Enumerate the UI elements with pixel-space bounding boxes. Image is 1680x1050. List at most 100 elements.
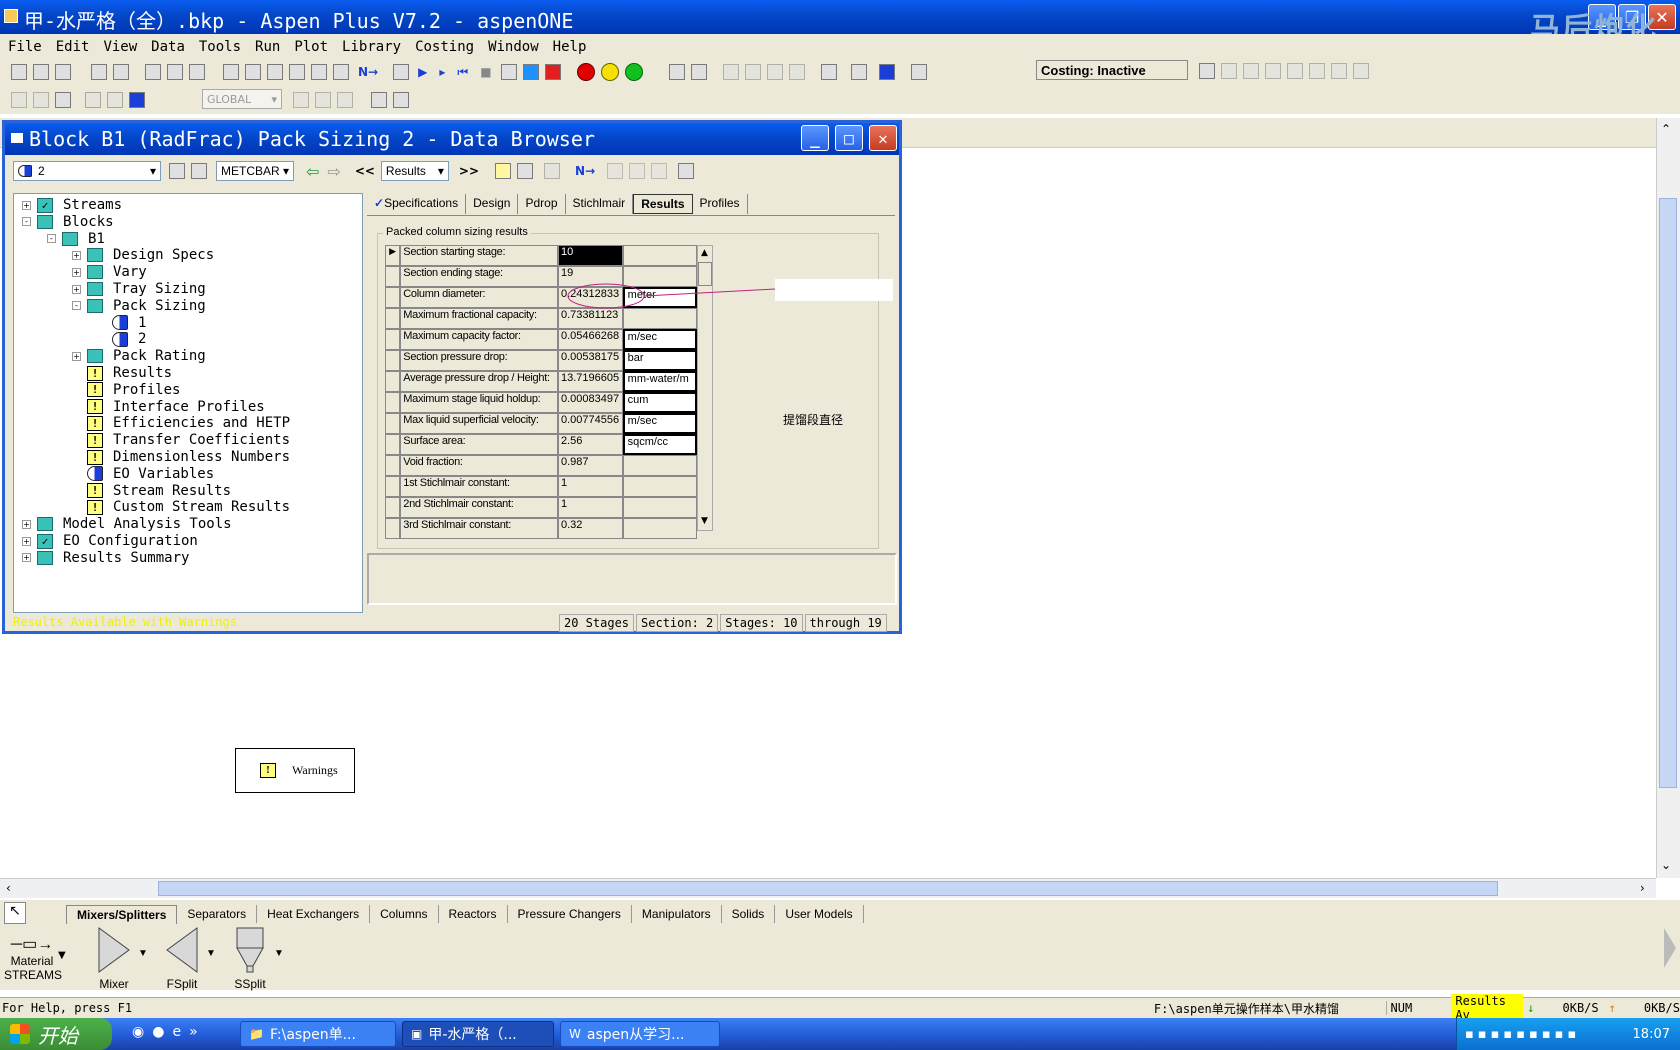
global-select[interactable]: GLOBAL ▾ [202, 89, 282, 109]
print-icon[interactable] [91, 64, 107, 80]
browser-icon[interactable]: ◉ [132, 1024, 144, 1040]
menu-window[interactable]: Window [488, 39, 539, 55]
next-icon[interactable]: N→ [358, 65, 378, 79]
scroll-down-icon[interactable]: ⌄ [1661, 858, 1671, 872]
ipe-icon[interactable] [878, 64, 895, 80]
select-mode-icon[interactable]: ↖ [4, 902, 26, 924]
palette-tab-heat-exchangers[interactable]: Heat Exchangers [257, 905, 371, 923]
warnings-box[interactable]: ! Warnings [235, 748, 355, 793]
next-input-icon[interactable]: N→ [575, 164, 595, 178]
model-mixer[interactable]: ▼ Mixer [80, 926, 148, 991]
menu-library[interactable]: Library [342, 39, 401, 55]
overflow-chevron-icon[interactable]: » [189, 1024, 198, 1040]
material-dropdown-icon[interactable]: ▼ [58, 950, 66, 961]
eo-a-icon[interactable] [11, 92, 27, 108]
units-select[interactable]: METCBAR ▾ [216, 161, 294, 181]
tree-item-transfer-coefficients[interactable]: ! Transfer Coefficients [72, 431, 290, 449]
tree-expander-icon[interactable]: + [22, 553, 31, 563]
aspen-icon[interactable] [850, 64, 867, 80]
tree-expander-icon[interactable]: + [22, 200, 31, 210]
task-explorer[interactable]: 📁 F:\aspen单... [240, 1021, 396, 1047]
cost-c-icon[interactable] [1265, 63, 1281, 79]
cost-e-icon[interactable] [1309, 63, 1325, 79]
tree-item-model-analysis-tools[interactable]: + Model Analysis Tools [22, 515, 232, 533]
task-word[interactable]: Waspen从学习... [560, 1021, 720, 1047]
firefox-icon[interactable]: ● [152, 1024, 164, 1040]
plot-wizard-icon[interactable] [690, 64, 707, 80]
scroll-up-icon[interactable]: ⌃ [1661, 122, 1671, 136]
tree-item-streams[interactable]: + ✓ Streams [22, 196, 122, 214]
eo-e-icon[interactable] [107, 92, 123, 108]
tree-expander-icon[interactable]: + [72, 284, 81, 294]
arrow-cross-icon[interactable] [788, 64, 805, 80]
tree-expander-icon[interactable]: + [22, 536, 31, 546]
delete-icon[interactable] [651, 163, 668, 179]
copy-form-icon[interactable] [607, 163, 624, 179]
menu-costing[interactable]: Costing [415, 39, 474, 55]
next-button[interactable]: >> [459, 164, 479, 178]
new-icon[interactable] [11, 64, 27, 80]
id-select[interactable]: 2 ▾ [13, 161, 161, 181]
flowsheet-icon[interactable] [245, 64, 261, 80]
eo-b-icon[interactable] [33, 92, 49, 108]
arrow-right-icon[interactable] [722, 64, 739, 80]
model-ssplit[interactable]: ▼ SSplit [216, 926, 284, 991]
palette-tab-reactors[interactable]: Reactors [439, 905, 508, 923]
help-icon[interactable] [189, 64, 205, 80]
material-stream-tool[interactable]: ─▭→ Material STREAMS [4, 934, 62, 982]
tree-item-eo-variables[interactable]: EO Variables [72, 465, 214, 483]
cost-f-icon[interactable] [1331, 63, 1347, 79]
cost-g-icon[interactable] [1353, 63, 1369, 79]
palette-tab-mixers-splitters[interactable]: Mixers/Splitters [66, 904, 178, 924]
model-fsplit[interactable]: ▼ FSplit [148, 926, 216, 991]
menu-run[interactable]: Run [255, 39, 280, 55]
ie-icon[interactable]: e [172, 1024, 181, 1040]
tree-expander-icon[interactable]: + [72, 250, 81, 260]
tree-item-eo-configuration[interactable]: + ✓ EO Configuration [22, 532, 198, 550]
navigation-tree[interactable]: + ✓ Streams - Blocks - B1 + Design Specs + Vary + Tr… [13, 193, 363, 613]
gear-icon[interactable] [544, 163, 561, 179]
data-browser-icon[interactable] [223, 64, 239, 80]
new-form-icon[interactable] [495, 163, 512, 179]
rewind-icon[interactable]: ⏮ [457, 65, 468, 80]
horizontal-scrollbar[interactable]: ‹ › [0, 878, 1656, 898]
tree-item-pack-sizing[interactable]: - Pack Sizing [72, 297, 206, 315]
eo-i-icon[interactable] [337, 92, 353, 108]
control-panel-icon[interactable] [500, 64, 517, 80]
vertical-scrollbar[interactable]: ⌃ ⌄ [1656, 118, 1680, 878]
tree-expander-icon[interactable]: + [72, 351, 81, 361]
save-icon[interactable] [55, 64, 71, 80]
tray-icons[interactable]: ▪▪▪▪▪▪▪▪▪ [1465, 1027, 1580, 1042]
check-results-icon[interactable] [522, 64, 539, 80]
eo-g-icon[interactable] [293, 92, 309, 108]
setup-icon[interactable] [311, 64, 327, 80]
edit-icon[interactable] [629, 163, 646, 179]
wave-icon[interactable] [333, 64, 349, 80]
tree-expander-icon[interactable]: + [22, 519, 31, 529]
print-preview-icon[interactable] [113, 64, 129, 80]
db-minimize-button[interactable]: _ [801, 125, 829, 151]
palette-tab-columns[interactable]: Columns [370, 905, 439, 923]
tree-item-design-specs[interactable]: + Design Specs [72, 246, 214, 264]
image-icon[interactable] [1199, 63, 1215, 79]
copy-icon[interactable] [145, 64, 161, 80]
menu-tools[interactable]: Tools [199, 39, 241, 55]
menu-plot[interactable]: Plot [294, 39, 328, 55]
tree-expander-icon[interactable]: + [72, 267, 81, 277]
paste-icon[interactable] [167, 64, 183, 80]
tree-item-tray-sizing[interactable]: + Tray Sizing [72, 280, 206, 298]
model-dropdown-icon[interactable]: ▼ [274, 948, 284, 959]
grid-icon[interactable] [393, 64, 410, 80]
palette-tab-solids[interactable]: Solids [722, 905, 776, 923]
step-icon[interactable]: ▸ [439, 65, 445, 79]
stream-icon[interactable] [289, 64, 305, 80]
tree-item-results-summary[interactable]: + Results Summary [22, 549, 189, 567]
table-icon[interactable] [910, 64, 927, 80]
stop-icon[interactable]: ■ [480, 65, 491, 79]
arrow-split-icon[interactable] [766, 64, 783, 80]
reset-icon[interactable] [544, 64, 561, 80]
check-icon[interactable] [820, 64, 837, 80]
tree-item-custom-stream-results[interactable]: ! Custom Stream Results [72, 498, 290, 516]
tree-expander-icon[interactable]: - [47, 234, 56, 244]
tree-item-stream-results[interactable]: ! Stream Results [72, 482, 231, 500]
